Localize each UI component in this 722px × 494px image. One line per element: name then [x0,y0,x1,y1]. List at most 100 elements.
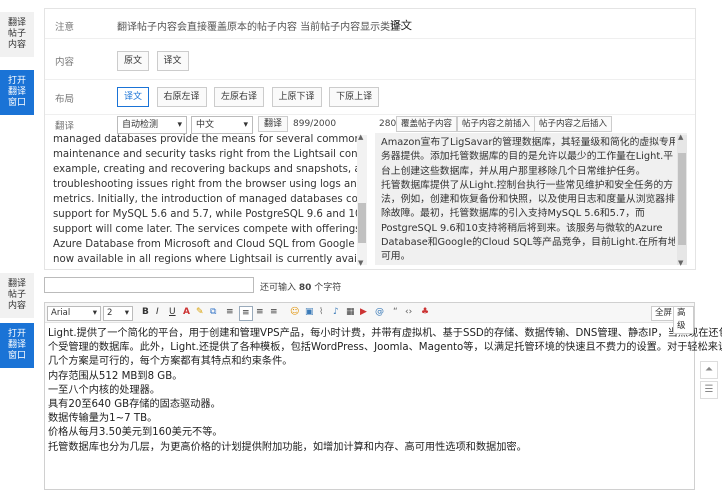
attachment-icon[interactable]: ⌇ [319,306,323,319]
editor-text-line: 个受管理的数据库。此外，Light.还提供了各种模板，包括WordPress、J… [48,342,722,354]
hide-content-icon[interactable]: ♣ [421,306,429,319]
side-tab-text: 翻译 [7,279,26,289]
side-tab-text: 帖子 [7,29,26,39]
italic-icon[interactable]: I [156,306,159,319]
editor-text-line: Light.提供了一个简化的平台，用于创建和管理VPS产品，每小时计费，并带有虚… [48,328,722,339]
layout-bottom-original-button[interactable]: 下原上译 [329,87,380,107]
editor-text-line: 价格从每月3.50美元到160美元不等。 [48,427,223,439]
side-tab-translate-content[interactable]: 翻译 帖子 内容 [0,12,34,57]
translated-text-line: 可用。 [381,251,411,263]
counter-count: 80 [298,283,312,293]
layout-left-original-button[interactable]: 左原右译 [214,87,265,107]
translated-text-wrapper: Amazon宣布了LigSavar的管理数据库，其轻量级和简化的虚拟专用服 务器提… [375,133,687,265]
translation-panel: 注意 翻译帖子内容会直接覆盖原本的帖子内容 当前帖子内容显示类型: 译文 内容 … [44,8,696,270]
insert-before-button[interactable]: 帖子内容之前插入 [457,116,536,132]
editor-text-line: 托管数据库也分为几层，为更高价格的计划提供附加功能，如增加计算和内存、高可用性选… [48,441,527,453]
font-family-value: Arial [51,308,71,318]
side-tab-text: 翻译 [7,87,26,97]
source-scroll-thumb[interactable] [358,203,366,243]
side-tab-text: 翻译 [7,18,26,28]
side-tab-translate-content-2[interactable]: 翻译 帖子 内容 [0,273,34,318]
translated-text-line: 法，例如，创建和恢复备份和快照，以及使用日志和度量从浏览器排 [381,194,675,206]
arrow-up-icon: ⏶ [705,364,713,375]
font-size-select[interactable]: 2 ▾ [103,306,133,321]
music-icon[interactable]: ♪ [333,306,339,319]
highlight-icon[interactable]: ✎ [196,306,204,319]
justify-icon[interactable]: ≡ [270,306,278,319]
rich-text-editor: Arial ▾ 2 ▾ B I U A ✎ ⧉ ≡ ≡ ≡ ≡ ☺ ▣ ⌇ ♪ … [44,302,722,490]
content-label: 内容 [55,57,75,68]
dropdown-arrow-icon: ▾ [92,308,97,318]
quote-icon[interactable]: “ [393,306,398,319]
source-text-line: example, creating and recovering backups… [53,164,357,175]
side-tab-open-window-2[interactable]: 打开 翻译 窗口 [0,323,34,368]
link-icon[interactable]: ⧉ [210,306,216,319]
char-remaining: 还可输入 80 个字符 [260,280,341,293]
subject-input[interactable] [44,277,254,293]
translated-text-line: Database和Google的Cloud SQL等产品竞争，目前Light.在… [381,237,675,249]
side-tab-open-window[interactable]: 打开 翻译 窗口 [0,70,34,115]
char-count: 899/2000 [293,119,337,129]
code-icon[interactable]: ‹› [405,306,412,319]
overwrite-content-button[interactable]: 覆盖帖子内容 [396,116,458,132]
right-count: 280 [379,119,397,129]
emoji-icon[interactable]: ☺ [290,306,299,319]
editor-text-line: 一至八个内核的处理器。 [48,384,161,396]
translated-text-area[interactable]: Amazon宣布了LigSavar的管理数据库，其轻量级和简化的虚拟专用服 务器提… [375,133,675,265]
back-to-top-button[interactable]: ⏶ [700,361,718,379]
editor-text-line: 具有20至640 GB存储的固态驱动器。 [48,399,221,411]
source-text-line: metrics. Initially, the introduction of … [53,194,357,205]
underline-icon[interactable]: U [169,306,176,319]
table-icon[interactable]: ▦ [346,306,355,319]
editor-content[interactable]: Light.提供了一个简化的平台，用于创建和管理VPS产品，每小时计费，并带有虚… [45,323,722,459]
notice-row: 注意 翻译帖子内容会直接覆盖原本的帖子内容 当前帖子内容显示类型: 译文 [45,9,695,39]
at-mention-icon[interactable]: @ [375,306,384,319]
layout-label: 布局 [55,94,75,105]
source-text-area[interactable]: managed databases provide the means for … [45,130,357,266]
translated-scrollbar[interactable]: ▲ ▼ [677,133,687,267]
scroll-up-icon: ▲ [358,133,364,141]
list-icon: ☰ [704,384,714,395]
translated-scroll-thumb[interactable] [678,153,686,245]
advanced-button[interactable]: 高级 [673,306,694,334]
translated-text-line: 务器提供。添加托管数据库的目的是允许以最少的工作量在Light.平 [381,151,674,163]
font-size-value: 2 [107,308,113,318]
notice-text: 翻译帖子内容会直接覆盖原本的帖子内容 当前帖子内容显示类型: [117,22,404,33]
align-right-icon[interactable]: ≡ [256,306,264,319]
original-text-button[interactable]: 原文 [117,51,150,71]
translated-text-line: 台上创建这些数据库，并从用户那里移除几个日常维护任务。 [381,165,646,177]
translated-text-button[interactable]: 译文 [156,51,189,71]
source-scrollbar[interactable]: ▲ ▼ [357,133,367,267]
source-text-line: maintenance and security tasks right fro… [53,149,357,160]
dropdown-arrow-icon: ▾ [124,308,129,318]
notice-type: 译文 [390,19,412,32]
text-color-icon[interactable]: A [183,306,190,319]
side-tab-text: 打开 [7,329,26,339]
counter-prefix: 还可输入 [260,283,297,293]
translated-text-line: 托管数据库提供了从Light.控制台执行一些常见维护和安全任务的方 [381,179,674,191]
font-family-select[interactable]: Arial ▾ [47,306,101,321]
side-tab-text: 内容 [7,301,26,311]
layout-right-original-button[interactable]: 右原左译 [156,87,207,107]
side-tab-text: 帖子 [7,290,26,300]
video-icon[interactable]: ▶ [360,306,367,319]
source-text-line: now available in all regions where Light… [53,254,357,265]
align-left-icon[interactable]: ≡ [226,306,234,319]
side-tab-text: 打开 [7,76,26,86]
layout-translation-button[interactable]: 译文 [117,87,150,107]
source-text-line: support for MySQL 5.6 and 5.7, while Pos… [53,209,357,220]
bold-icon[interactable]: B [142,306,149,319]
translated-text-line: PostgreSQL 9.6和10支持将稍后将到来。该服务与微软的Azure [381,222,663,234]
list-view-button[interactable]: ☰ [700,381,718,399]
translated-text-line: Amazon宣布了LigSavar的管理数据库，其轻量级和简化的虚拟专用服 [381,137,675,148]
scroll-down-icon: ▼ [358,259,364,267]
source-text-line: troubleshooting issues right from the br… [53,179,357,190]
notice-label: 注意 [55,22,75,33]
align-center-icon[interactable]: ≡ [239,306,253,321]
image-icon[interactable]: ▣ [305,306,314,319]
layout-top-original-button[interactable]: 上原下译 [271,87,322,107]
source-text-line: Azure Database from Microsoft and Cloud … [53,239,357,250]
layout-row: 布局 译文 右原左译 左原右译 上原下译 下原上译 [45,81,695,115]
insert-after-button[interactable]: 帖子内容之后插入 [534,116,613,132]
counter-suffix: 个字符 [314,283,342,293]
